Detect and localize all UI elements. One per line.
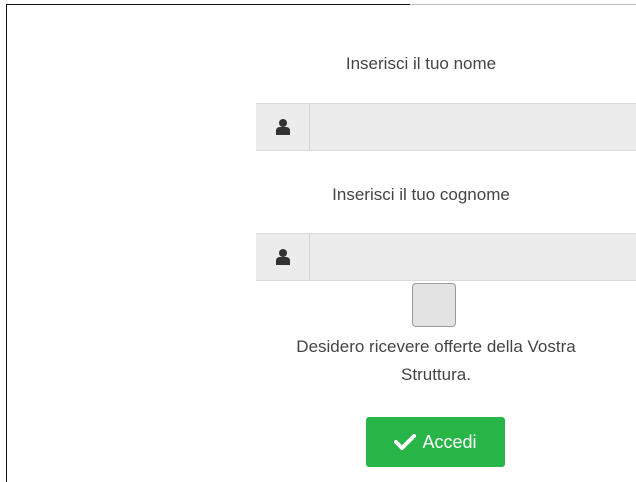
- consent-text: Desidero ricevere offerte della Vostra S…: [256, 333, 616, 389]
- consent-text-line1: Desidero ricevere offerte della Vostra: [296, 337, 576, 356]
- name-label: Inserisci il tuo nome: [345, 54, 497, 73]
- accedi-label: Accedi: [422, 431, 477, 452]
- user-icon: [256, 104, 310, 150]
- surname-label: Inserisci il tuo cognome: [332, 185, 510, 204]
- surname-field[interactable]: [256, 233, 636, 281]
- surname-input[interactable]: [310, 234, 636, 280]
- user-icon: [256, 234, 310, 280]
- name-input[interactable]: [310, 104, 636, 150]
- name-field[interactable]: [256, 103, 636, 151]
- consent-checkbox[interactable]: [412, 283, 456, 327]
- checkmark-icon: [394, 433, 417, 451]
- consent-text-line2: Struttura.: [401, 365, 471, 384]
- accedi-button[interactable]: Accedi: [366, 417, 505, 467]
- frame-divider: [410, 4, 636, 5]
